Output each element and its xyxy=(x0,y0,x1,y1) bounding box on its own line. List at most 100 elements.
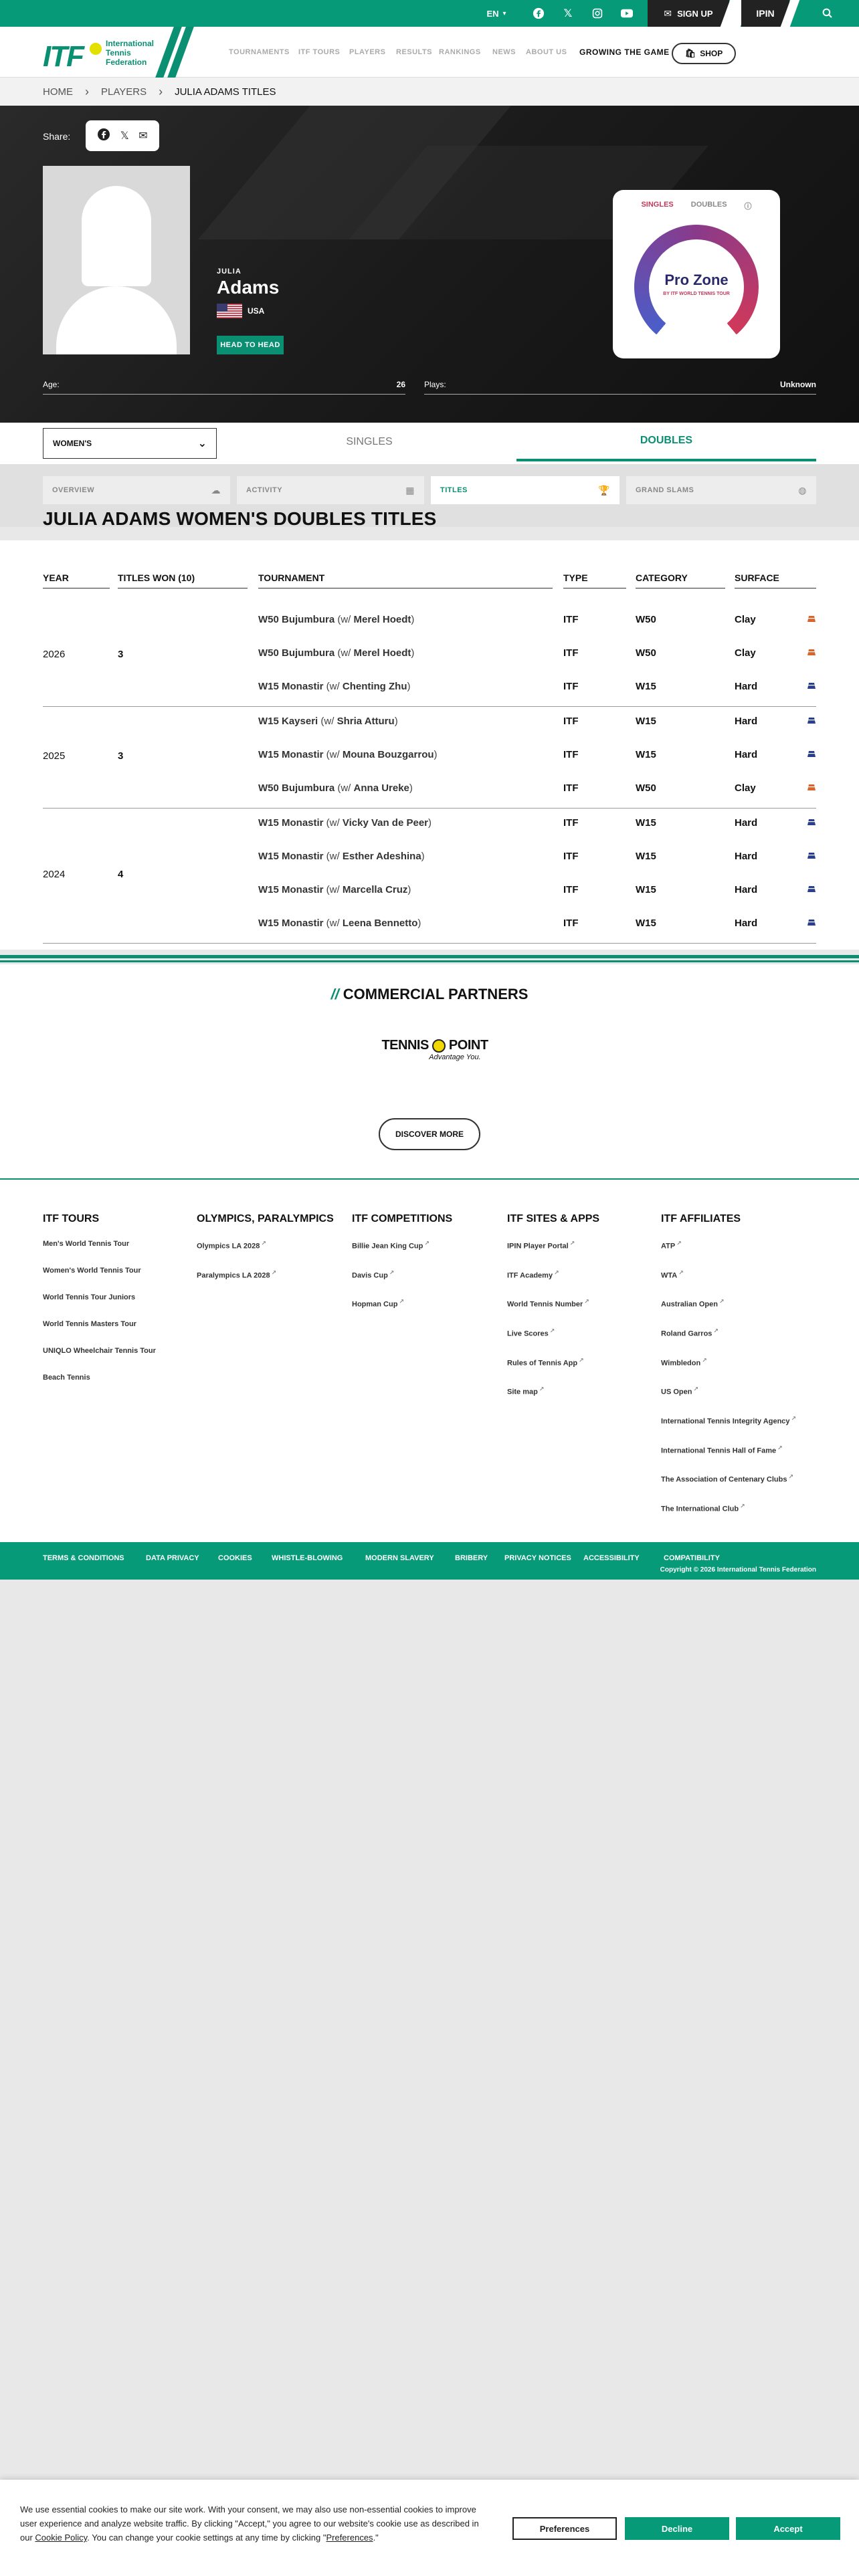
tournament-cell[interactable]: W50 Bujumbura (w/ Merel Hoedt) xyxy=(258,614,414,625)
table-row[interactable]: W15 Monastir (w/ Marcella Cruz) ITF W15 Har… xyxy=(0,875,859,908)
preferences-link[interactable]: Preferences xyxy=(326,2533,373,2543)
footer-link[interactable]: The Association of Centenary Clubs ↗ xyxy=(661,1473,796,1484)
itf-logo[interactable]: ITF xyxy=(43,40,84,74)
footer-link[interactable]: Site map ↗ xyxy=(507,1386,599,1396)
legal-link[interactable]: TERMS & CONDITIONS xyxy=(43,1554,124,1562)
tab-doubles[interactable]: DOUBLES xyxy=(533,435,800,447)
footer-link[interactable]: The International Club ↗ xyxy=(661,1503,796,1513)
pro-tab-doubles[interactable]: DOUBLES xyxy=(691,201,727,211)
footer-link[interactable]: Rules of Tennis App ↗ xyxy=(507,1357,599,1368)
shop-button[interactable]: 🛍 SHOP xyxy=(672,43,736,64)
breadcrumb-players[interactable]: PLAYERS xyxy=(101,86,147,98)
tab-singles[interactable]: SINGLES xyxy=(235,436,503,448)
table-row[interactable]: W15 Monastir (w/ Leena Bennetto) ITF W15 Ha… xyxy=(0,908,859,942)
tournament-name[interactable]: W15 Kayseri xyxy=(258,716,318,727)
partner-name[interactable]: Vicky Van de Peer xyxy=(343,817,428,829)
info-icon[interactable]: ⓘ xyxy=(745,201,752,211)
tournament-cell[interactable]: W15 Kayseri (w/ Shria Atturu) xyxy=(258,716,398,727)
footer-link[interactable]: Women's World Tennis Tour xyxy=(43,1267,156,1275)
x-share-icon[interactable]: 𝕏 xyxy=(120,129,129,142)
footer-link[interactable]: Davis Cup ↗ xyxy=(352,1269,452,1280)
tournament-cell[interactable]: W15 Monastir (w/ Vicky Van de Peer) xyxy=(258,817,432,829)
x-twitter-icon[interactable]: 𝕏 xyxy=(555,0,581,27)
gender-dropdown[interactable]: WOMEN'S ⌄ xyxy=(43,428,217,459)
tournament-name[interactable]: W15 Monastir xyxy=(258,851,324,862)
table-row[interactable]: W50 Bujumbura (w/ Merel Hoedt) ITF W50 Clay xyxy=(0,605,859,638)
legal-link[interactable]: COOKIES xyxy=(218,1554,252,1562)
footer-link[interactable]: ITF Academy ↗ xyxy=(507,1269,599,1280)
instagram-icon[interactable] xyxy=(585,0,610,27)
tournament-name[interactable]: W15 Monastir xyxy=(258,681,324,692)
tournament-name[interactable]: W15 Monastir xyxy=(258,884,324,895)
facebook-share-icon[interactable] xyxy=(97,128,110,144)
tournament-cell[interactable]: W15 Monastir (w/ Marcella Cruz) xyxy=(258,884,411,895)
footer-link[interactable]: US Open ↗ xyxy=(661,1386,796,1396)
footer-link[interactable]: World Tennis Masters Tour xyxy=(43,1320,156,1328)
tournament-name[interactable]: W50 Bujumbura xyxy=(258,647,335,659)
footer-link[interactable]: Wimbledon ↗ xyxy=(661,1357,796,1368)
nav-tournaments[interactable]: TOURNAMENTS xyxy=(229,48,290,56)
nav-rankings[interactable]: RANKINGS xyxy=(439,48,481,56)
footer-link[interactable]: Live Scores ↗ xyxy=(507,1327,599,1338)
partner-name[interactable]: Shria Atturu xyxy=(337,716,395,727)
table-row[interactable]: W15 Monastir (w/ Esther Adeshina) ITF W15 H… xyxy=(0,841,859,875)
head-to-head-button[interactable]: HEAD TO HEAD xyxy=(217,336,284,354)
cookie-policy-link[interactable]: Cookie Policy xyxy=(35,2533,87,2543)
tab-overview[interactable]: OVERVIEW ☁ xyxy=(43,476,230,504)
footer-link[interactable]: Billie Jean King Cup ↗ xyxy=(352,1240,452,1251)
nav-players[interactable]: PLAYERS xyxy=(349,48,385,56)
partner-name[interactable]: Leena Bennetto xyxy=(343,918,418,929)
sign-up-button[interactable]: ✉ SIGN UP xyxy=(648,0,729,27)
partner-name[interactable]: Mouna Bouzgarrou xyxy=(343,749,434,760)
legal-link[interactable]: ACCESSIBILITY xyxy=(583,1554,640,1562)
nav-growing-the-game[interactable]: GROWING THE GAME xyxy=(579,47,670,57)
legal-link[interactable]: PRIVACY NOTICES xyxy=(504,1554,571,1562)
decline-button[interactable]: Decline xyxy=(625,2517,729,2540)
nav-results[interactable]: RESULTS xyxy=(396,48,432,56)
tab-grand-slams[interactable]: GRAND SLAMS ◍ xyxy=(626,476,816,504)
footer-link[interactable]: Paralympics LA 2028 ↗ xyxy=(197,1269,334,1280)
pro-zone-card[interactable]: SINGLES DOUBLES ⓘ Pro Zone BY ITF WORLD … xyxy=(613,190,780,358)
footer-link[interactable]: ATP ↗ xyxy=(661,1240,796,1251)
email-share-icon[interactable]: ✉ xyxy=(138,129,147,142)
tournament-cell[interactable]: W15 Monastir (w/ Leena Bennetto) xyxy=(258,918,421,929)
partner-name[interactable]: Marcella Cruz xyxy=(343,884,408,895)
footer-link[interactable]: Men's World Tennis Tour xyxy=(43,1240,156,1248)
tournament-name[interactable]: W15 Monastir xyxy=(258,749,324,760)
table-row[interactable]: W50 Bujumbura (w/ Anna Ureke) ITF W50 Clay xyxy=(0,773,859,807)
footer-link[interactable]: Australian Open ↗ xyxy=(661,1298,796,1309)
partner-name[interactable]: Merel Hoedt xyxy=(354,614,411,625)
preferences-button[interactable]: Preferences xyxy=(512,2517,617,2540)
accept-button[interactable]: Accept xyxy=(736,2517,840,2540)
legal-link[interactable]: MODERN SLAVERY xyxy=(365,1554,434,1562)
footer-link[interactable]: WTA ↗ xyxy=(661,1269,796,1280)
discover-more-button[interactable]: DISCOVER MORE xyxy=(379,1118,480,1150)
nav-itf-tours[interactable]: ITF TOURS xyxy=(298,48,340,56)
footer-link[interactable]: Hopman Cup ↗ xyxy=(352,1298,452,1309)
partner-name[interactable]: Esther Adeshina xyxy=(343,851,421,862)
legal-link[interactable]: COMPATIBILITY xyxy=(664,1554,720,1562)
table-row[interactable]: W15 Monastir (w/ Vicky Van de Peer) ITF W1… xyxy=(0,808,859,841)
legal-link[interactable]: BRIBERY xyxy=(455,1554,488,1562)
tournament-cell[interactable]: W15 Monastir (w/ Chenting Zhu) xyxy=(258,681,411,692)
tennis-point-logo[interactable]: TENNIS POINT Advantage You. xyxy=(375,1038,495,1085)
tournament-name[interactable]: W15 Monastir xyxy=(258,817,324,829)
tournament-cell[interactable]: W15 Monastir (w/ Mouna Bouzgarrou) xyxy=(258,749,438,760)
youtube-icon[interactable] xyxy=(614,0,640,27)
footer-link[interactable]: IPIN Player Portal ↗ xyxy=(507,1240,599,1251)
footer-link[interactable]: Olympics LA 2028 ↗ xyxy=(197,1240,334,1251)
nav-about-us[interactable]: ABOUT US xyxy=(526,48,567,56)
footer-link[interactable]: World Tennis Tour Juniors xyxy=(43,1293,156,1301)
tab-titles[interactable]: TITLES 🏆 xyxy=(431,476,619,504)
nav-news[interactable]: NEWS xyxy=(492,48,516,56)
language-selector[interactable]: EN ▾ xyxy=(478,0,515,27)
tournament-cell[interactable]: W50 Bujumbura (w/ Merel Hoedt) xyxy=(258,647,414,659)
partner-name[interactable]: Merel Hoedt xyxy=(354,647,411,659)
table-row[interactable]: W15 Kayseri (w/ Shria Atturu) ITF W15 Hard xyxy=(0,706,859,740)
legal-link[interactable]: DATA PRIVACY xyxy=(146,1554,199,1562)
footer-link[interactable]: World Tennis Number ↗ xyxy=(507,1298,599,1309)
tournament-name[interactable]: W50 Bujumbura xyxy=(258,614,335,625)
table-row[interactable]: W15 Monastir (w/ Mouna Bouzgarrou) ITF W15… xyxy=(0,740,859,773)
table-row[interactable]: W50 Bujumbura (w/ Merel Hoedt) ITF W50 Clay xyxy=(0,638,859,671)
footer-link[interactable]: Beach Tennis xyxy=(43,1374,156,1382)
